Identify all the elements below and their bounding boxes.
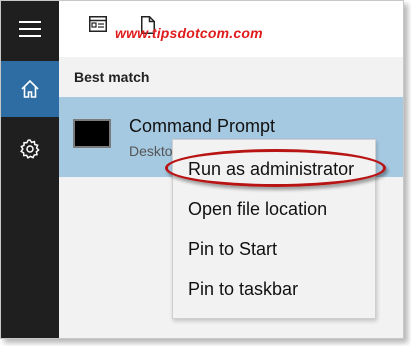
hamburger-icon (19, 21, 41, 37)
command-prompt-icon (73, 119, 111, 148)
menu-item-pin-to-taskbar[interactable]: Pin to taskbar (173, 269, 375, 309)
topbar: www.tipsdotcom.com (59, 1, 403, 57)
sidebar (1, 1, 59, 338)
menu-item-pin-to-start[interactable]: Pin to Start (173, 229, 375, 269)
watermark: www.tipsdotcom.com (115, 25, 263, 41)
context-menu: Run as administrator Open file location … (172, 139, 376, 319)
result-title: Command Prompt (129, 116, 276, 136)
start-menu-window: www.tipsdotcom.com Best match Command Pr… (0, 0, 404, 339)
menu-item-open-file-location[interactable]: Open file location (173, 189, 375, 229)
home-icon (21, 79, 39, 98)
menu-item-run-as-administrator[interactable]: Run as administrator (173, 149, 375, 189)
settings-button[interactable] (1, 121, 59, 177)
best-match-heading: Best match (74, 69, 150, 85)
document-view-icon[interactable] (89, 16, 107, 32)
gear-icon (20, 139, 40, 159)
menu-button[interactable] (1, 1, 59, 57)
home-button[interactable] (1, 61, 59, 117)
